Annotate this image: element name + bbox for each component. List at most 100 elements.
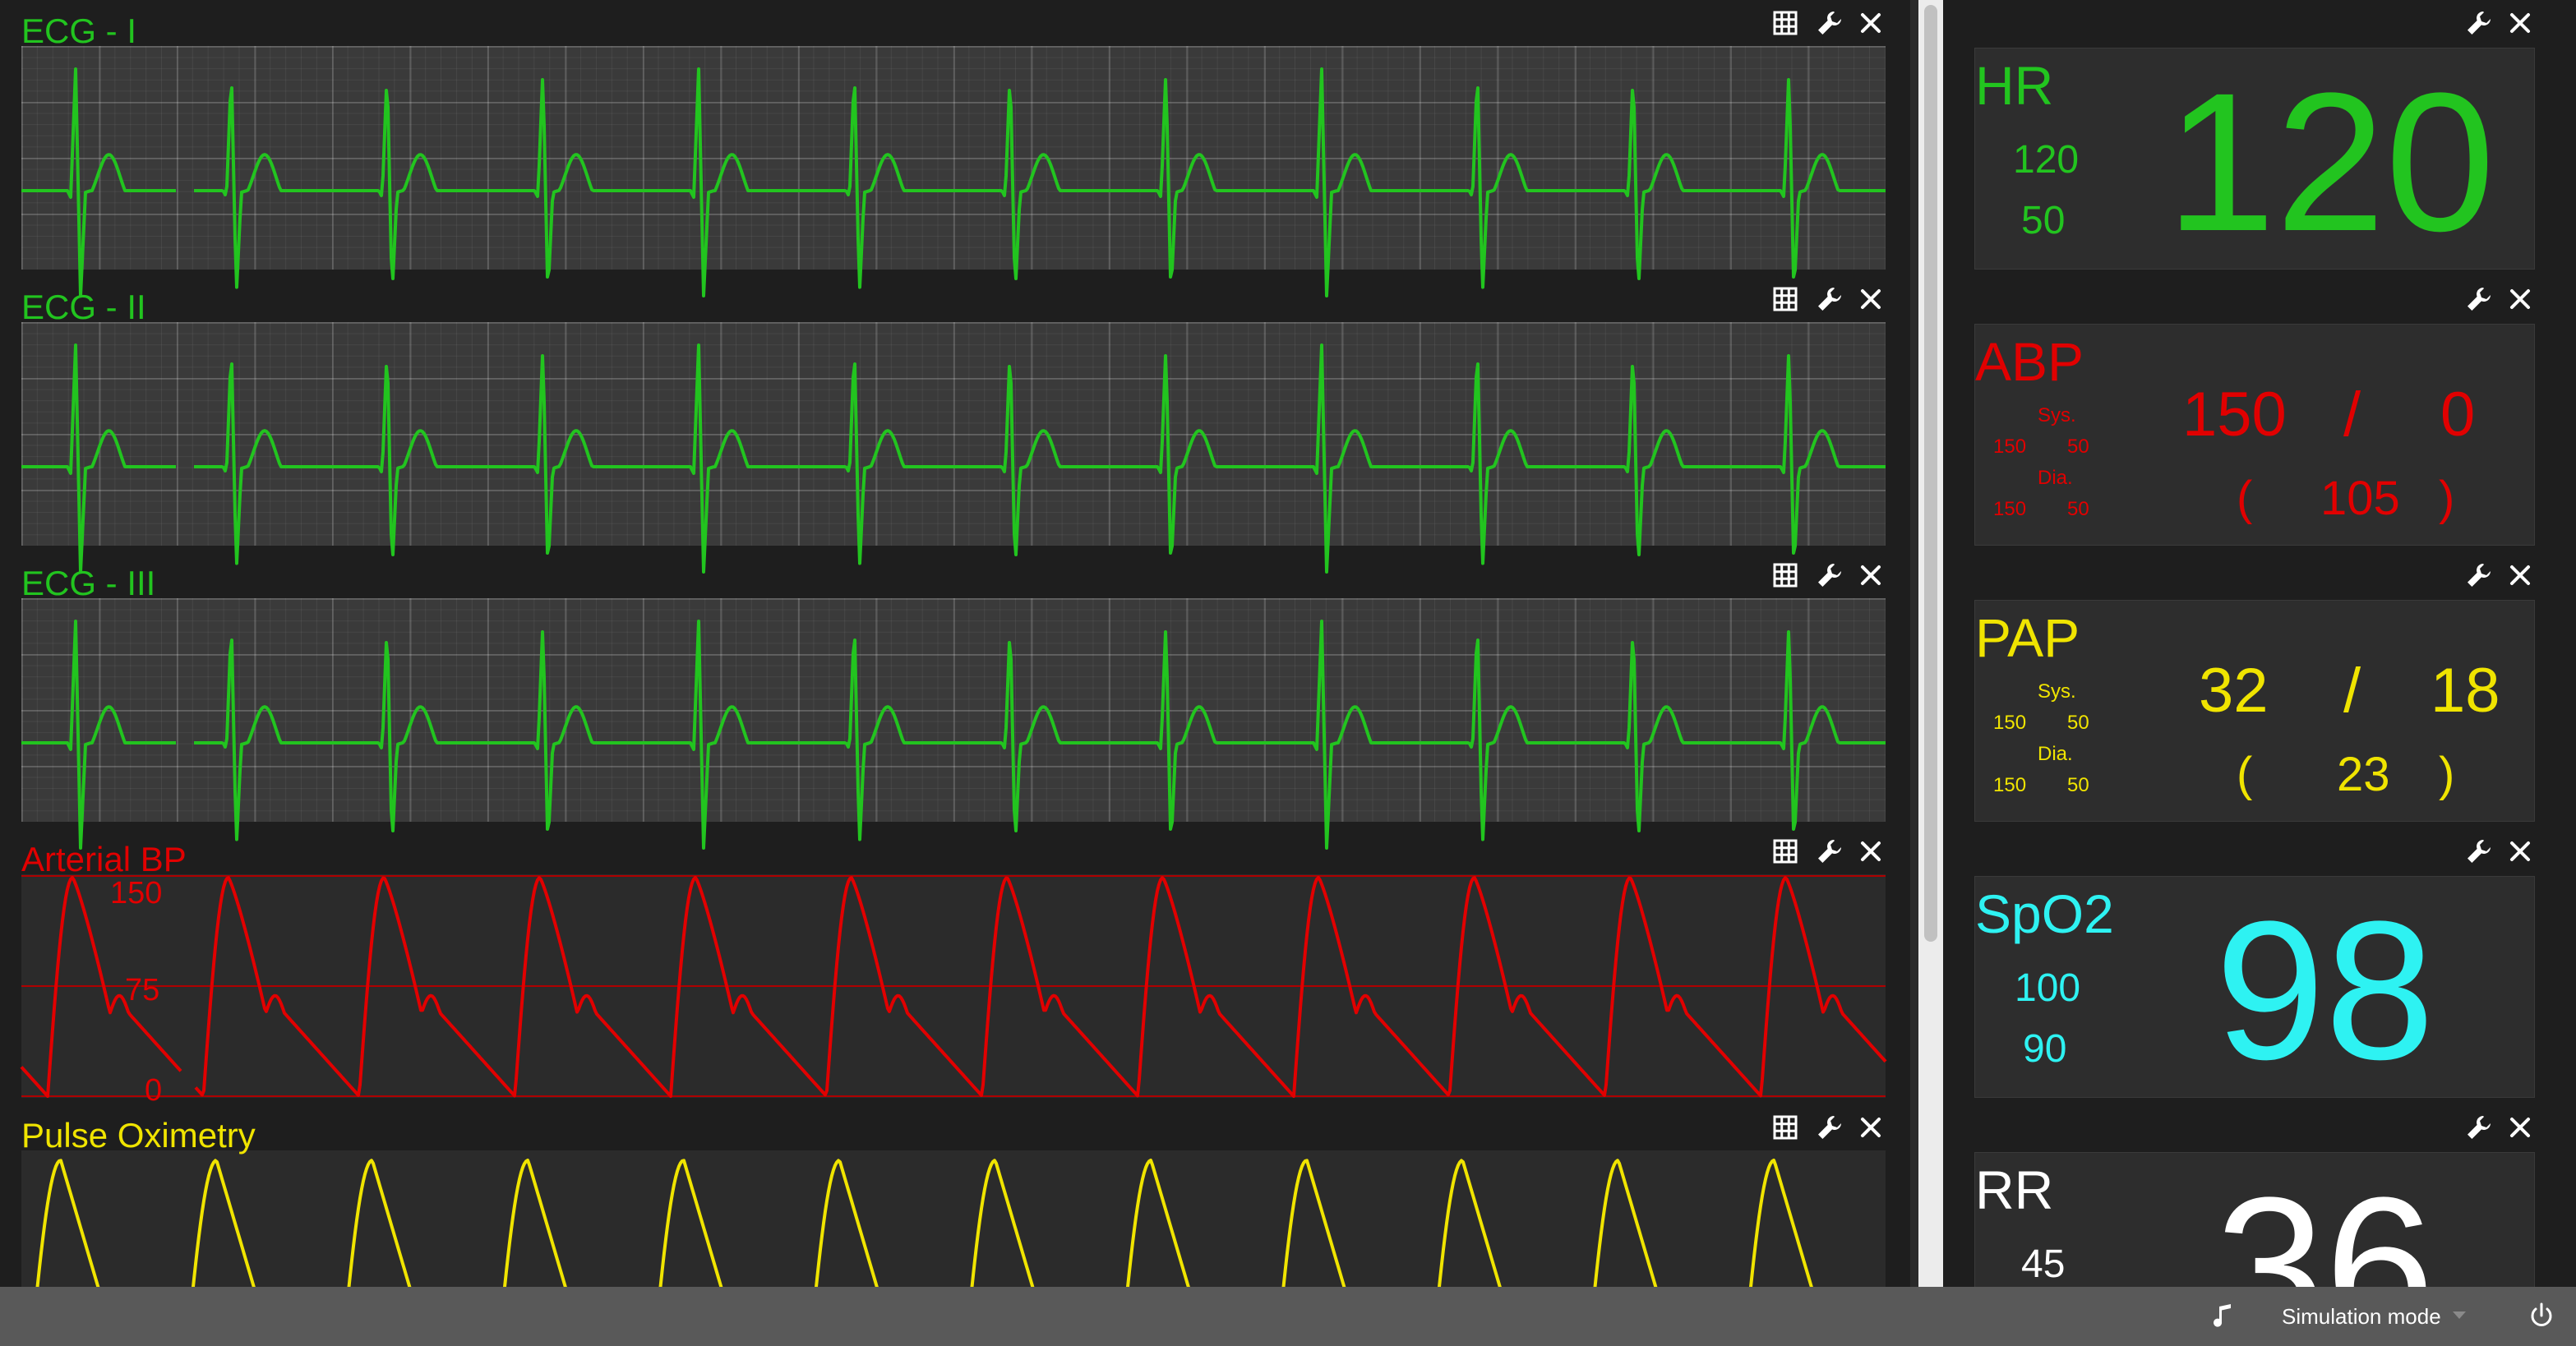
grid-icon[interactable]: [1769, 835, 1802, 868]
pap-label: PAP: [1975, 607, 2080, 668]
pap-diastolic: 18: [2431, 656, 2500, 726]
pap-dia-high: 150: [1993, 774, 2027, 796]
waveform-title: Pulse Oximetry: [21, 1116, 256, 1155]
pap-systolic: 32: [2199, 656, 2269, 726]
wrench-icon[interactable]: [2463, 283, 2495, 316]
wrench-icon-svg: [2468, 840, 2491, 863]
ecg-waveform: [21, 67, 1886, 297]
close-icon-svg: [2510, 565, 2530, 585]
waveform-title: ECG - III: [21, 564, 156, 602]
pap-box: PAP Sys. 150 50 Dia. 150 50 32 / 18 ( 23…: [1974, 600, 2535, 822]
hr-low-limit: 50: [2021, 199, 2066, 242]
wrench-icon-svg: [2468, 1116, 2491, 1139]
waveform-column: ECG - I ECG - II ECG - III Arterial BP 1…: [0, 0, 1910, 1287]
rr-value: 36: [2215, 1156, 2435, 1287]
grid-icon-svg: [1773, 839, 1798, 864]
close-icon[interactable]: [2504, 1111, 2537, 1144]
hr-high-limit: 120: [2013, 138, 2080, 182]
abp-slash: /: [2343, 380, 2361, 449]
grid-icon[interactable]: [1769, 1111, 1802, 1144]
wrench-icon[interactable]: [1813, 283, 1846, 316]
abp-scale-low: 0: [145, 1073, 163, 1108]
abp-sys-low: 50: [2067, 436, 2089, 458]
waveform-title: ECG - I: [21, 12, 137, 50]
close-icon[interactable]: [1854, 1111, 1887, 1144]
numeric-panel-spo2: SpO2 100 90 98: [1943, 828, 2576, 1104]
wrench-icon[interactable]: [2463, 835, 2495, 868]
close-icon[interactable]: [1854, 283, 1887, 316]
waveform-panel-ecg-ii: ECG - II: [0, 276, 1910, 574]
wrench-icon[interactable]: [2463, 1111, 2495, 1144]
rr-high-limit: 45: [2021, 1242, 2066, 1286]
numeric-panel-abp: ABP Sys. 150 50 Dia. 150 50 150 / 0 ( 10…: [1943, 276, 2576, 552]
abp-diastolic: 0: [2440, 380, 2476, 449]
spo2-high-limit: 100: [2015, 966, 2081, 1010]
waveform-title: Arterial BP: [21, 840, 187, 878]
numerics-column: HR 120 50 120 ABP Sys. 150 50 Dia. 150 5…: [1943, 0, 2576, 1287]
close-icon-svg: [1861, 1118, 1881, 1137]
abp-dia-low: 50: [2067, 498, 2089, 520]
close-icon-svg: [2510, 289, 2530, 309]
pap-sys-label: Sys.: [2038, 680, 2076, 703]
abp-sys-high: 150: [1993, 436, 2027, 458]
pap-dia-low: 50: [2067, 774, 2089, 796]
wrench-icon-svg: [2468, 12, 2491, 35]
close-icon[interactable]: [1854, 7, 1887, 39]
close-icon[interactable]: [2504, 835, 2537, 868]
wrench-icon-svg: [1818, 1116, 1841, 1139]
abp-close-paren: ): [2439, 472, 2455, 525]
wrench-icon[interactable]: [2463, 7, 2495, 39]
hr-value: 120: [2166, 52, 2495, 272]
close-icon[interactable]: [1854, 559, 1887, 592]
grid-icon[interactable]: [1769, 559, 1802, 592]
bottom-bar: Simulation mode: [0, 1287, 2576, 1346]
wrench-icon-svg: [1818, 840, 1841, 863]
wrench-icon[interactable]: [1813, 559, 1846, 592]
waveform-title: ECG - II: [21, 288, 146, 326]
close-icon[interactable]: [2504, 7, 2537, 39]
wrench-icon[interactable]: [1813, 835, 1846, 868]
close-icon-svg: [2510, 841, 2530, 861]
patient-monitor: ECG - I ECG - II ECG - III Arterial BP 1…: [0, 0, 2576, 1346]
pap-dia-label: Dia.: [2038, 743, 2073, 765]
abp-waveform: [20, 875, 1887, 1098]
scrollbar-thumb[interactable]: [1924, 5, 1937, 942]
wrench-icon[interactable]: [1813, 1111, 1846, 1144]
spo2-low-limit: 90: [2023, 1027, 2067, 1071]
ecg-trace: [21, 620, 1886, 850]
waveform-panel-arterial-bp: Arterial BP 150 75 0: [0, 828, 1910, 1108]
grid-icon[interactable]: [1769, 283, 1802, 316]
spo2-label: SpO2: [1975, 883, 2114, 944]
grid-icon[interactable]: [1769, 7, 1802, 39]
pap-open-paren: (: [2237, 748, 2253, 801]
power-icon-svg: [2531, 1302, 2552, 1326]
ecg-waveform: [21, 343, 1886, 574]
pap-sys-high: 150: [1993, 712, 2027, 734]
wrench-icon-svg: [1818, 12, 1841, 35]
power-icon[interactable]: [2527, 1302, 2556, 1331]
close-icon[interactable]: [1854, 835, 1887, 868]
ecg-trace: [21, 343, 1886, 574]
close-icon[interactable]: [2504, 559, 2537, 592]
wrench-icon-svg: [2468, 288, 2491, 311]
rr-box: RR 45 36: [1974, 1152, 2535, 1287]
mode-select[interactable]: Simulation mode: [2282, 1302, 2441, 1331]
close-icon[interactable]: [2504, 283, 2537, 316]
abp-open-paren: (: [2237, 472, 2253, 525]
ecg-waveform: [21, 620, 1886, 850]
abp-scale-high: 150: [110, 876, 163, 910]
wrench-icon[interactable]: [2463, 559, 2495, 592]
music-note-icon[interactable]: [2208, 1302, 2237, 1331]
abp-label: ABP: [1975, 331, 2084, 392]
close-icon-svg: [2510, 13, 2530, 33]
wrench-icon-svg: [1818, 288, 1841, 311]
grid-icon-svg: [1773, 287, 1798, 311]
abp-sys-label: Sys.: [2038, 404, 2076, 426]
wrench-icon[interactable]: [1813, 7, 1846, 39]
hr-box: HR 120 50 120: [1974, 48, 2535, 270]
pleth-waveform: [35, 1159, 1813, 1287]
abp-dia-label: Dia.: [2038, 467, 2073, 489]
chevron-down-icon[interactable]: [2453, 1311, 2466, 1319]
hr-label: HR: [1975, 55, 2054, 116]
waveform-panel-ecg-i: ECG - I: [0, 0, 1910, 297]
